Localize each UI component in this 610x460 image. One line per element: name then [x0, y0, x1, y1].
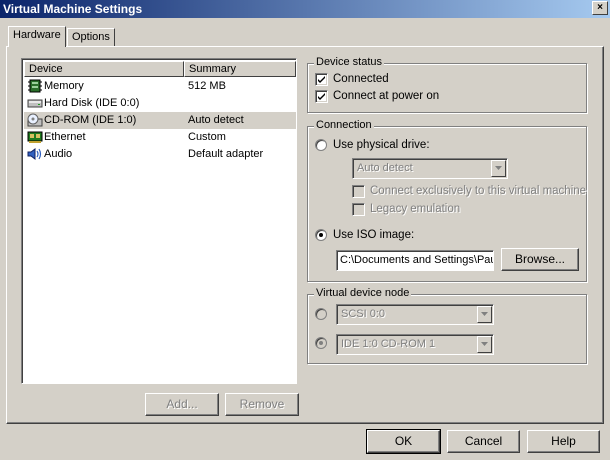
scsi-node-value: SCSI 0:0 [341, 308, 386, 320]
title-bar: Virtual Machine Settings × [0, 0, 610, 18]
device-summary: 512 MB [188, 80, 226, 92]
dropdown-button[interactable] [491, 160, 506, 177]
add-device-button[interactable]: Add... [145, 393, 219, 416]
browse-button[interactable]: Browse... [501, 248, 579, 271]
connect-at-power-on-label[interactable]: Connect at power on [333, 90, 439, 102]
device-name: Audio [44, 148, 73, 160]
connection-title: Connection [314, 119, 374, 131]
ethernet-icon [27, 131, 43, 143]
column-device-label: Device [29, 63, 63, 75]
use-iso-image-radio[interactable] [315, 229, 327, 241]
tab-hardware[interactable]: Hardware [8, 26, 66, 47]
dropdown-button[interactable] [477, 306, 492, 323]
virtual-device-node-title: Virtual device node [314, 287, 412, 299]
device-row-ethernet[interactable]: Ethernet Custom [24, 129, 296, 146]
device-summary: Default adapter [188, 148, 264, 160]
memory-icon [28, 79, 42, 93]
cdrom-icon [27, 113, 43, 127]
ide-node-select[interactable]: IDE 1:0 CD-ROM 1 [336, 334, 494, 355]
radio-selected-dot [319, 341, 323, 345]
device-list[interactable]: Device Summary Memory 512 MB Hard Disk (… [21, 58, 297, 384]
remove-device-button[interactable]: Remove [225, 393, 299, 416]
connect-at-power-on-checkbox[interactable] [315, 90, 328, 103]
device-status-group: Device status [307, 56, 587, 113]
ide-node-value: IDE 1:0 CD-ROM 1 [341, 338, 436, 350]
device-summary: Custom [188, 131, 226, 143]
chevron-down-icon [481, 312, 488, 316]
ide-node-radio[interactable] [315, 337, 327, 349]
browse-label: Browse... [514, 252, 565, 266]
dropdown-button[interactable] [477, 336, 492, 353]
radio-selected-dot [319, 233, 323, 237]
audio-icon [27, 148, 42, 160]
iso-path-value: C:\Documents and Settings\Pau [340, 254, 494, 266]
device-list-header: Device Summary [24, 61, 296, 77]
checkmark-icon [318, 76, 325, 83]
column-summary-label: Summary [189, 63, 237, 75]
remove-device-label: Remove [239, 397, 285, 411]
use-physical-drive-label[interactable]: Use physical drive: [333, 139, 430, 151]
iso-path-input[interactable]: C:\Documents and Settings\Pau [336, 250, 494, 271]
device-row-hard-disk[interactable]: Hard Disk (IDE 0:0) [24, 95, 296, 112]
tab-options-label: Options [72, 31, 110, 43]
device-name: Memory [44, 80, 84, 92]
connect-exclusively-label[interactable]: Connect exclusively to this virtual mach… [370, 185, 586, 197]
add-device-label: Add... [166, 397, 198, 411]
ok-button[interactable]: OK [366, 429, 441, 454]
checkmark-icon [318, 93, 325, 100]
cancel-label: Cancel [464, 434, 503, 448]
device-status-title: Device status [314, 56, 385, 68]
connect-exclusively-checkbox[interactable] [352, 185, 365, 198]
legacy-emulation-checkbox[interactable] [352, 203, 365, 216]
physical-drive-value: Auto detect [357, 162, 413, 174]
column-header-summary[interactable]: Summary [184, 61, 296, 77]
scsi-node-radio[interactable] [315, 308, 327, 320]
chevron-down-icon [495, 166, 502, 170]
tab-hardware-label: Hardware [13, 29, 61, 41]
chevron-down-icon [481, 342, 488, 346]
device-name: Ethernet [44, 131, 86, 143]
tab-options[interactable]: Options [67, 28, 115, 46]
window-title: Virtual Machine Settings [3, 2, 143, 16]
use-physical-drive-radio[interactable] [315, 139, 327, 151]
connected-label[interactable]: Connected [333, 73, 389, 85]
close-icon: × [597, 2, 603, 13]
device-row-memory[interactable]: Memory 512 MB [24, 78, 296, 95]
device-row-cdrom[interactable]: CD-ROM (IDE 1:0) Auto detect [24, 112, 296, 129]
device-name: Hard Disk (IDE 0:0) [44, 97, 140, 109]
device-summary: Auto detect [188, 114, 244, 126]
scsi-node-select[interactable]: SCSI 0:0 [336, 304, 494, 325]
cancel-button[interactable]: Cancel [447, 430, 520, 453]
connected-checkbox[interactable] [315, 73, 328, 86]
device-name: CD-ROM (IDE 1:0) [44, 114, 137, 126]
physical-drive-select[interactable]: Auto detect [352, 158, 508, 179]
legacy-emulation-label[interactable]: Legacy emulation [370, 203, 460, 215]
help-button[interactable]: Help [527, 430, 600, 453]
hard-disk-icon [27, 99, 43, 108]
device-row-audio[interactable]: Audio Default adapter [24, 146, 296, 163]
use-iso-image-label[interactable]: Use ISO image: [333, 229, 414, 241]
close-button[interactable]: × [592, 1, 608, 15]
ok-label: OK [394, 434, 413, 448]
help-label: Help [551, 434, 576, 448]
column-header-device[interactable]: Device [24, 61, 184, 77]
